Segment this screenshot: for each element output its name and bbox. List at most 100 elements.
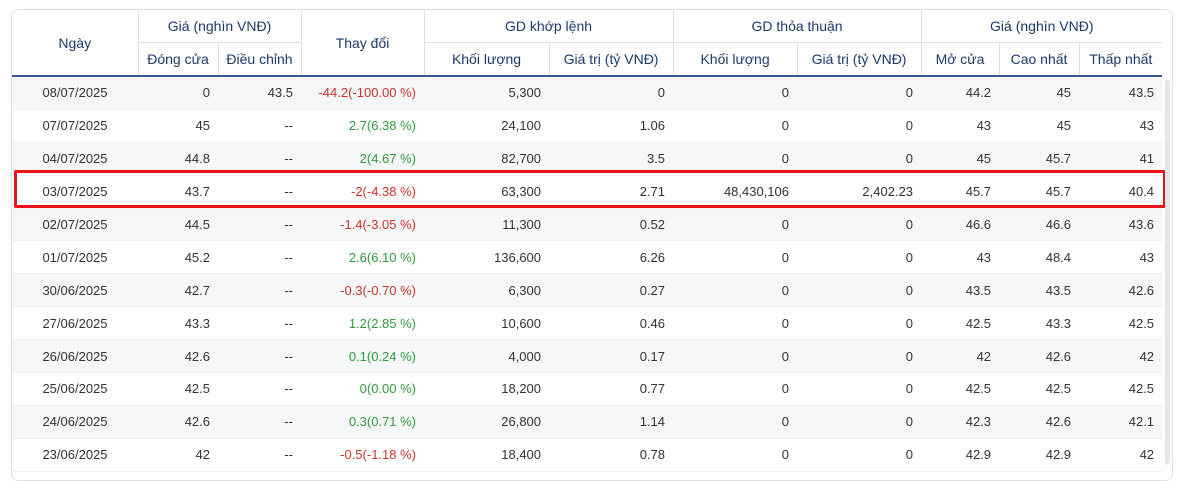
- cell-date: 08/07/2025: [12, 76, 138, 110]
- cell-negotiated-volume: 0: [673, 438, 798, 472]
- cell-matched-volume: 5,300: [424, 76, 550, 110]
- cell-open: 42.3: [921, 405, 1000, 439]
- cell-close: 45: [138, 109, 218, 143]
- cell-adjusted: --: [218, 438, 302, 472]
- cell-close: 42.6: [138, 339, 218, 374]
- cell-negotiated-volume: 0: [673, 240, 798, 275]
- cell-matched-value: 0.27: [549, 273, 674, 308]
- cell-matched-value: 0.52: [549, 208, 674, 242]
- cell-negotiated-volume: 0: [673, 405, 798, 439]
- cell-low: 41: [1079, 142, 1163, 176]
- header-negotiated-value[interactable]: Giá trị (tỷ VNĐ): [797, 42, 922, 77]
- vertical-scrollbar[interactable]: [1165, 80, 1170, 464]
- cell-adjusted: --: [218, 142, 302, 176]
- header-matched-value[interactable]: Giá trị (tỷ VNĐ): [549, 42, 674, 77]
- cell-negotiated-volume: 0: [673, 142, 798, 176]
- table-row[interactable]: 07/07/2025 45 -- 2.7(6.38 %) 24,100 1.06 0 0 43 4…: [12, 109, 1163, 143]
- header-close[interactable]: Đóng cửa: [138, 42, 219, 77]
- cell-matched-volume: 136,600: [424, 240, 550, 275]
- cell-change: 2(4.67 %): [301, 142, 425, 176]
- cell-adjusted: --: [218, 405, 302, 439]
- cell-matched-volume: 24,100: [424, 109, 550, 143]
- cell-negotiated-value: 0: [797, 273, 922, 308]
- cell-close: 42.6: [138, 405, 218, 439]
- header-open[interactable]: Mở cửa: [921, 42, 1000, 77]
- cell-adjusted: --: [218, 339, 302, 374]
- table-row[interactable]: 01/07/2025 45.2 -- 2.6(6.10 %) 136,600 6.26 0 0…: [12, 240, 1163, 275]
- cell-date: 02/07/2025: [12, 208, 138, 242]
- cell-date: 27/06/2025: [12, 306, 138, 341]
- cell-low: 43: [1079, 240, 1163, 275]
- header-matched-group: GD khớp lệnh: [424, 10, 674, 43]
- header-negotiated-group: GD thỏa thuận: [673, 10, 922, 43]
- cell-low: 43.6: [1079, 208, 1163, 242]
- table-row[interactable]: 27/06/2025 43.3 -- 1.2(2.85 %) 10,600 0.46 0 0 4…: [12, 306, 1163, 341]
- cell-matched-value: 1.14: [549, 405, 674, 439]
- cell-negotiated-value: 0: [797, 372, 922, 406]
- table-row[interactable]: 03/07/2025 43.7 -- -2(-4.38 %) 63,300 2.71 48,…: [12, 175, 1163, 209]
- table-row[interactable]: 25/06/2025 42.5 -- 0(0.00 %) 18,200 0.77 0 0 42.…: [12, 372, 1163, 406]
- cell-negotiated-volume: 0: [673, 273, 798, 308]
- cell-high: 42.6: [999, 339, 1080, 374]
- cell-negotiated-volume: 0: [673, 339, 798, 374]
- cell-open: 42.9: [921, 438, 1000, 472]
- cell-low: 40.4: [1079, 175, 1163, 209]
- cell-date: 07/07/2025: [12, 109, 138, 143]
- cell-matched-volume: 18,200: [424, 372, 550, 406]
- cell-negotiated-value: 0: [797, 109, 922, 143]
- cell-date: 01/07/2025: [12, 240, 138, 275]
- header-date[interactable]: Ngày: [12, 10, 139, 77]
- cell-matched-volume: 11,300: [424, 208, 550, 242]
- cell-high: 42.9: [999, 438, 1080, 472]
- cell-negotiated-value: 0: [797, 208, 922, 242]
- table-row[interactable]: 26/06/2025 42.6 -- 0.1(0.24 %) 4,000 0.17 0 0 42…: [12, 339, 1163, 374]
- header-price-group-2: Giá (nghìn VNĐ): [921, 10, 1163, 43]
- cell-open: 45: [921, 142, 1000, 176]
- cell-low: 42.5: [1079, 372, 1163, 406]
- cell-close: 43.7: [138, 175, 218, 209]
- cell-matched-value: 2.71: [549, 175, 674, 209]
- table-row[interactable]: 23/06/2025 42 -- -0.5(-1.18 %) 18,400 0.78 0 0 4…: [12, 438, 1163, 472]
- cell-high: 45: [999, 109, 1080, 143]
- cell-high: 45.7: [999, 142, 1080, 176]
- cell-adjusted: 43.5: [218, 76, 302, 110]
- cell-negotiated-value: 0: [797, 76, 922, 110]
- cell-adjusted: --: [218, 372, 302, 406]
- table-row[interactable]: 24/06/2025 42.6 -- 0.3(0.71 %) 26,800 1.14 0 0 4…: [12, 405, 1163, 439]
- cell-adjusted: --: [218, 208, 302, 242]
- cell-open: 43: [921, 109, 1000, 143]
- table-row[interactable]: 08/07/2025 0 43.5 -44.2(-100.00 %) 5,300 0 0 0 4…: [12, 76, 1163, 110]
- table-row[interactable]: 04/07/2025 44.8 -- 2(4.67 %) 82,700 3.5 0 0 45 45…: [12, 142, 1163, 176]
- cell-high: 43.3: [999, 306, 1080, 341]
- cell-date: 25/06/2025: [12, 372, 138, 406]
- cell-negotiated-volume: 48,430,106: [673, 175, 798, 209]
- cell-open: 43.5: [921, 273, 1000, 308]
- cell-matched-value: 0.17: [549, 339, 674, 374]
- table-row[interactable]: 30/06/2025 42.7 -- -0.3(-0.70 %) 6,300 0.27 0 0…: [12, 273, 1163, 308]
- cell-matched-value: 0.77: [549, 372, 674, 406]
- header-change[interactable]: Thay đổi: [301, 10, 425, 77]
- cell-matched-value: 0: [549, 76, 674, 110]
- header-matched-volume[interactable]: Khối lượng: [424, 42, 550, 77]
- cell-negotiated-volume: 0: [673, 306, 798, 341]
- cell-negotiated-volume: 0: [673, 208, 798, 242]
- cell-close: 44.8: [138, 142, 218, 176]
- header-negotiated-volume[interactable]: Khối lượng: [673, 42, 798, 77]
- header-high[interactable]: Cao nhất: [999, 42, 1080, 77]
- cell-change: 0(0.00 %): [301, 372, 425, 406]
- cell-matched-volume: 63,300: [424, 175, 550, 209]
- cell-high: 43.5: [999, 273, 1080, 308]
- table-row[interactable]: 02/07/2025 44.5 -- -1.4(-3.05 %) 11,300 0.52 0…: [12, 208, 1163, 242]
- cell-change: -0.5(-1.18 %): [301, 438, 425, 472]
- cell-change: 2.6(6.10 %): [301, 240, 425, 275]
- cell-matched-volume: 10,600: [424, 306, 550, 341]
- cell-matched-value: 3.5: [549, 142, 674, 176]
- cell-open: 43: [921, 240, 1000, 275]
- cell-close: 42.5: [138, 372, 218, 406]
- cell-matched-volume: 82,700: [424, 142, 550, 176]
- header-adjusted[interactable]: Điều chỉnh: [218, 42, 302, 77]
- header-low[interactable]: Thấp nhất: [1079, 42, 1163, 77]
- table-body: 08/07/2025 0 43.5 -44.2(-100.00 %) 5,300 0 0 0 4…: [12, 76, 1163, 472]
- cell-matched-value: 0.46: [549, 306, 674, 341]
- cell-date: 24/06/2025: [12, 405, 138, 439]
